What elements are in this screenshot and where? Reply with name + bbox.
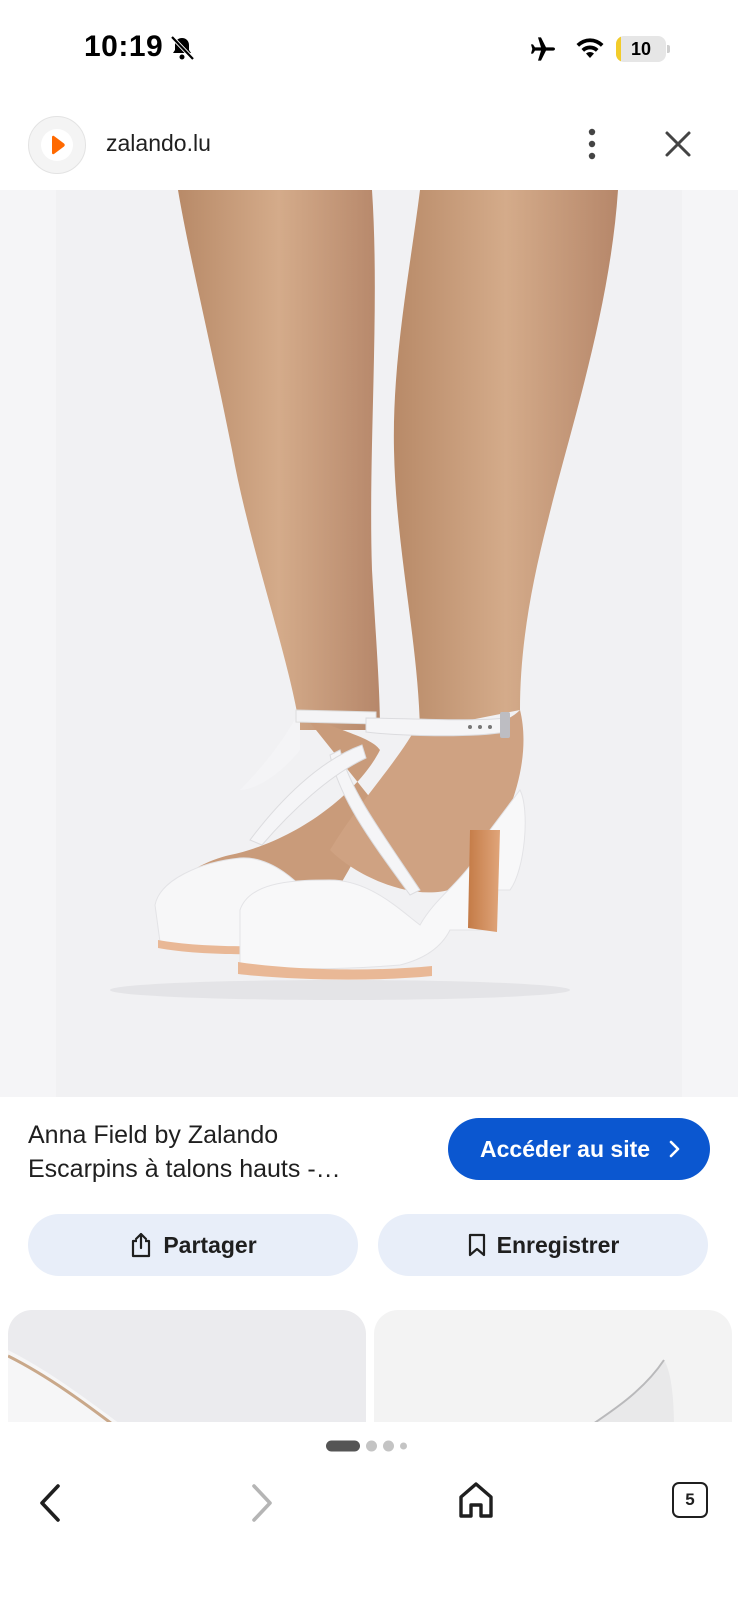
shoe-photo — [110, 190, 618, 1000]
page-dot — [366, 1440, 377, 1452]
back-icon[interactable] — [32, 1478, 68, 1528]
share-icon — [132, 1232, 151, 1258]
battery-icon: 10 — [616, 36, 670, 62]
page-dot-active — [326, 1440, 360, 1452]
related-result-thumbnail[interactable] — [8, 1310, 366, 1430]
status-bar: 10:19 10 — [0, 0, 738, 100]
product-title-line-2: Escarpins à talons hauts -… — [28, 1155, 341, 1183]
battery-level: 10 — [630, 39, 652, 59]
share-button[interactable]: Partager — [28, 1214, 358, 1276]
forward-icon[interactable] — [244, 1478, 280, 1528]
visit-site-button[interactable]: Accéder au site — [448, 1118, 710, 1180]
site-domain[interactable]: zalando.lu — [106, 130, 211, 157]
product-title[interactable]: Anna Field by Zalando Escarpins à talons… — [28, 1118, 418, 1186]
save-label: Enregistrer — [496, 1231, 620, 1258]
visit-site-label: Accéder au site — [480, 1136, 651, 1162]
product-title-line-1: Anna Field by Zalando — [28, 1121, 279, 1149]
page-indicator — [326, 1440, 407, 1452]
airplane-icon — [531, 37, 555, 61]
bookmark-icon — [468, 1233, 485, 1257]
status-time: 10:19 — [84, 30, 164, 63]
page-dot — [400, 1442, 407, 1450]
tabs-icon[interactable]: 5 — [672, 1482, 708, 1518]
product-image[interactable] — [0, 190, 738, 1097]
page-dot — [383, 1440, 394, 1452]
bell-slash-icon — [170, 35, 195, 61]
save-button[interactable]: Enregistrer — [378, 1214, 708, 1276]
close-icon[interactable] — [660, 126, 696, 162]
chevron-right-icon — [669, 1140, 680, 1158]
wifi-icon — [576, 38, 604, 58]
browser-bottom-nav: 5 — [0, 1422, 738, 1600]
browser-top-bar: zalando.lu — [0, 100, 738, 190]
home-icon[interactable] — [456, 1478, 496, 1522]
related-result-thumbnail[interactable] — [374, 1310, 732, 1430]
site-favicon — [28, 116, 86, 174]
more-vert-icon[interactable] — [574, 124, 610, 164]
zalando-logo-icon — [52, 135, 65, 155]
share-label: Partager — [163, 1231, 257, 1258]
